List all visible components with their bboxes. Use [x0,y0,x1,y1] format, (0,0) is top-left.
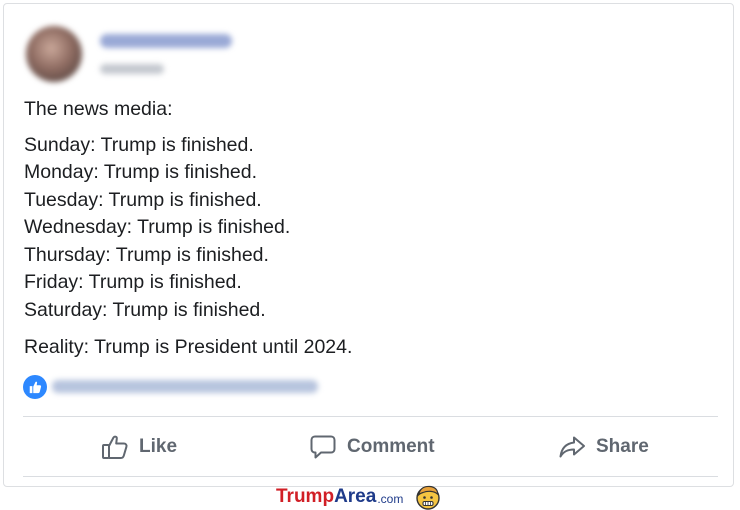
like-button[interactable]: Like [101,430,177,464]
divider-bottom [23,476,718,477]
post-reality-line: Reality: Trump is President until 2024. [24,336,353,358]
comment-button[interactable]: Comment [309,430,435,464]
share-label: Share [596,436,649,457]
divider-top [23,416,718,417]
share-arrow-icon [559,436,585,458]
speech-bubble-icon [310,435,336,459]
reaction-names-blurred[interactable] [52,380,318,393]
post-intro: The news media: [24,98,173,120]
post-line-friday: Friday: Trump is finished. [24,271,242,293]
author-avatar[interactable] [26,26,82,82]
post-body: The news media: Sunday: Trump is finishe… [24,96,714,362]
post-line-thursday: Thursday: Trump is finished. [24,243,269,266]
watermark-area: Area [334,486,377,507]
watermark-com: .com [377,492,404,506]
like-label: Like [139,436,178,457]
post-timestamp-blurred[interactable] [100,64,164,74]
thumbs-up-icon [102,435,128,459]
post-line-saturday: Saturday: Trump is finished. [24,298,266,321]
author-name-blurred[interactable] [100,34,232,48]
post-line-monday: Monday: Trump is finished. [24,161,258,183]
post-line-tuesday: Tuesday: Trump is finished. [24,188,262,211]
share-button[interactable]: Share [558,430,649,464]
trumparea-watermark: Trump Area .com [276,484,441,510]
like-reaction-icon[interactable] [23,375,47,399]
trump-face-icon [416,485,441,510]
post-line-sunday: Sunday: Trump is finished. [24,133,254,156]
post-line-wednesday: Wednesday: Trump is finished. [24,216,291,238]
watermark-trump: Trump [276,486,335,507]
comment-label: Comment [347,436,435,457]
